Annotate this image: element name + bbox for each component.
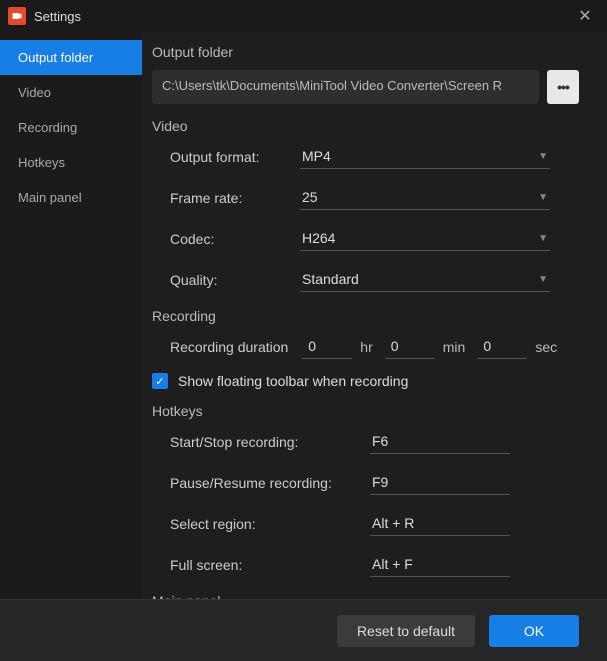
hotkey-startstop-value[interactable]: F6: [370, 429, 510, 454]
sidebar: Output folder Video Recording Hotkeys Ma…: [0, 32, 142, 599]
codec-label: Codec:: [170, 231, 300, 247]
duration-row: Recording duration hr min sec: [170, 334, 579, 359]
chevron-down-icon: ▼: [538, 274, 548, 285]
duration-hr-input[interactable]: [302, 334, 352, 359]
output-path-input[interactable]: C:\Users\tk\Documents\MiniTool Video Con…: [152, 70, 539, 104]
sidebar-item-video[interactable]: Video: [0, 75, 142, 110]
footer: Reset to default OK: [0, 599, 607, 661]
quality-select[interactable]: Standard ▼: [300, 267, 550, 292]
toolbar-checkbox-label: Show floating toolbar when recording: [178, 373, 408, 389]
browse-button[interactable]: •••: [547, 70, 579, 104]
settings-window: Settings ✕ Output folder Video Recording…: [0, 0, 607, 661]
quality-label: Quality:: [170, 272, 300, 288]
sidebar-item-hotkeys[interactable]: Hotkeys: [0, 145, 142, 180]
codec-value: H264: [302, 230, 335, 246]
hr-unit: hr: [360, 339, 372, 355]
framerate-value: 25: [302, 189, 318, 205]
titlebar: Settings ✕: [0, 0, 607, 32]
chevron-down-icon: ▼: [538, 151, 548, 162]
close-button[interactable]: ✕: [571, 2, 599, 30]
hotkey-region-value[interactable]: Alt + R: [370, 511, 510, 536]
sidebar-item-main-panel[interactable]: Main panel: [0, 180, 142, 215]
hotkey-region-label: Select region:: [170, 516, 370, 532]
toolbar-check-row: ✓ Show floating toolbar when recording: [152, 373, 579, 389]
duration-label: Recording duration: [170, 339, 288, 355]
output-format-value: MP4: [302, 148, 331, 164]
chevron-down-icon: ▼: [538, 192, 548, 203]
toolbar-checkbox[interactable]: ✓: [152, 373, 168, 389]
hotkey-startstop-label: Start/Stop recording:: [170, 434, 370, 450]
hotkey-pause-value[interactable]: F9: [370, 470, 510, 495]
output-format-select[interactable]: MP4 ▼: [300, 144, 550, 169]
hotkey-pause-label: Pause/Resume recording:: [170, 475, 370, 491]
output-path-row: C:\Users\tk\Documents\MiniTool Video Con…: [152, 70, 579, 104]
sec-unit: sec: [535, 339, 557, 355]
framerate-label: Frame rate:: [170, 190, 300, 206]
sidebar-item-output-folder[interactable]: Output folder: [0, 40, 142, 75]
duration-sec-input[interactable]: [477, 334, 527, 359]
chevron-down-icon: ▼: [538, 233, 548, 244]
window-title: Settings: [34, 9, 571, 24]
hotkey-fullscreen-label: Full screen:: [170, 557, 370, 573]
section-video-title: Video: [152, 118, 579, 134]
output-format-label: Output format:: [170, 149, 300, 165]
sidebar-item-recording[interactable]: Recording: [0, 110, 142, 145]
framerate-select[interactable]: 25 ▼: [300, 185, 550, 210]
section-output-title: Output folder: [152, 44, 579, 60]
reset-button[interactable]: Reset to default: [337, 615, 475, 647]
quality-value: Standard: [302, 271, 359, 287]
codec-select[interactable]: H264 ▼: [300, 226, 550, 251]
section-hotkeys-title: Hotkeys: [152, 403, 579, 419]
hotkey-fullscreen-value[interactable]: Alt + F: [370, 552, 510, 577]
duration-min-input[interactable]: [385, 334, 435, 359]
body: Output folder Video Recording Hotkeys Ma…: [0, 32, 607, 599]
content-area: Output folder C:\Users\tk\Documents\Mini…: [142, 32, 607, 599]
ok-button[interactable]: OK: [489, 615, 579, 647]
section-recording-title: Recording: [152, 308, 579, 324]
app-icon: [8, 7, 26, 25]
min-unit: min: [443, 339, 466, 355]
